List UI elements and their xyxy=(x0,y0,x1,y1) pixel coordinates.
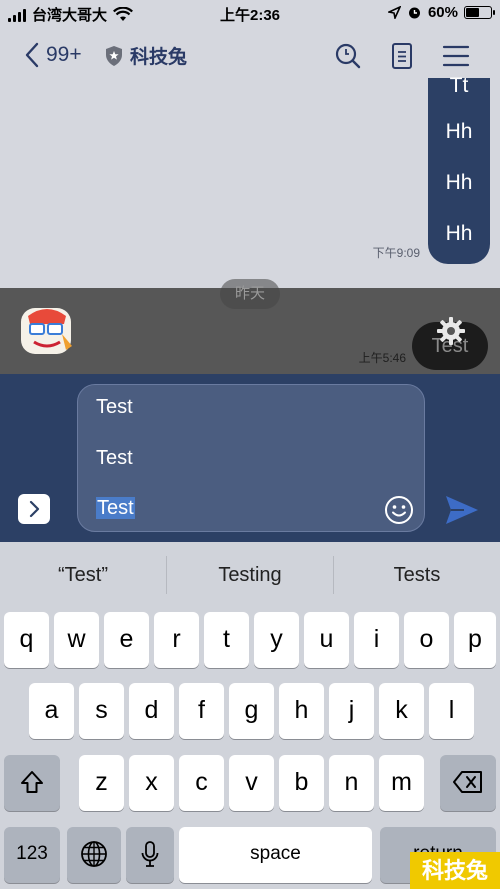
suggestion-bar: “Test” Testing Tests xyxy=(0,542,500,608)
key-n[interactable]: n xyxy=(329,755,374,811)
message-timestamp: 上午5:46 xyxy=(358,351,406,365)
backspace-key[interactable] xyxy=(440,755,496,811)
backspace-icon xyxy=(453,771,482,793)
unread-count: 99+ xyxy=(46,43,82,66)
key-d[interactable]: d xyxy=(129,683,174,739)
chat-title[interactable]: 科技兔 xyxy=(104,42,187,69)
key-c[interactable]: c xyxy=(179,755,224,811)
alarm-icon xyxy=(408,7,420,19)
message-composer: Test Test Test xyxy=(0,374,500,542)
hamburger-menu-icon xyxy=(442,45,470,67)
input-line: Test xyxy=(96,396,133,418)
shield-star-icon xyxy=(106,45,122,66)
globe-key[interactable] xyxy=(67,827,121,883)
gear-icon[interactable] xyxy=(436,316,466,346)
shift-key[interactable] xyxy=(4,755,60,811)
key-h[interactable]: h xyxy=(279,683,324,739)
space-key[interactable]: space xyxy=(179,827,372,883)
suggestion-item[interactable]: Tests xyxy=(334,542,500,608)
key-f[interactable]: f xyxy=(179,683,224,739)
chat-area[interactable]: Tt Hh Hh Hh 下午9:09 xyxy=(0,74,500,288)
status-bar: 台湾大哥大 上午2:36 60% xyxy=(0,0,500,28)
key-x[interactable]: x xyxy=(129,755,174,811)
search-button[interactable] xyxy=(334,42,362,70)
key-j[interactable]: j xyxy=(329,683,374,739)
globe-icon xyxy=(81,841,107,867)
key-w[interactable]: w xyxy=(54,612,99,668)
numbers-key[interactable]: 123 xyxy=(4,827,60,883)
battery-icon xyxy=(464,6,495,19)
key-o[interactable]: o xyxy=(404,612,449,668)
watermark-logo: 科技兔 xyxy=(410,852,500,889)
message-bubble[interactable]: Tt Hh Hh Hh xyxy=(428,74,490,264)
suggestion-item[interactable]: “Test” xyxy=(0,542,166,608)
key-e[interactable]: e xyxy=(104,612,149,668)
notes-button[interactable] xyxy=(388,42,416,70)
message-line: Hh xyxy=(445,120,473,143)
chat-nav-bar: 99+ 科技兔 xyxy=(0,28,500,84)
location-arrow-icon xyxy=(387,6,401,19)
message-line: Tt xyxy=(449,74,469,97)
key-k[interactable]: k xyxy=(379,683,424,739)
message-input[interactable]: Test Test Test xyxy=(77,384,425,532)
chevron-left-icon xyxy=(25,42,39,68)
suggestion-item[interactable]: Testing xyxy=(167,542,333,608)
message-timestamp: 下午9:09 xyxy=(372,246,420,260)
message-line: Hh xyxy=(445,171,473,194)
expand-toolbar-button[interactable] xyxy=(18,494,50,524)
key-q[interactable]: q xyxy=(4,612,49,668)
chat-title-text: 科技兔 xyxy=(130,47,188,68)
key-p[interactable]: p xyxy=(454,612,496,668)
key-s[interactable]: s xyxy=(79,683,124,739)
menu-button[interactable] xyxy=(442,42,470,70)
microphone-key[interactable] xyxy=(126,827,174,883)
send-icon[interactable] xyxy=(444,494,480,526)
avatar[interactable] xyxy=(18,304,76,358)
notes-icon xyxy=(392,43,412,69)
keyboard: “Test” Testing Tests q w e r t y u i o p… xyxy=(0,542,500,889)
key-g[interactable]: g xyxy=(229,683,274,739)
microphone-icon xyxy=(141,841,159,867)
key-y[interactable]: y xyxy=(254,612,299,668)
message-line: Hh xyxy=(445,222,473,245)
key-u[interactable]: u xyxy=(304,612,349,668)
key-b[interactable]: b xyxy=(279,755,324,811)
selected-text: Test xyxy=(96,497,135,519)
key-a[interactable]: a xyxy=(29,683,74,739)
smiley-icon[interactable] xyxy=(384,495,414,525)
key-l[interactable]: l xyxy=(429,683,474,739)
battery-percent: 60% xyxy=(427,4,458,21)
date-separator: 昨天 xyxy=(220,279,280,309)
search-icon xyxy=(335,43,361,69)
chevron-right-icon xyxy=(29,500,40,518)
key-t[interactable]: t xyxy=(204,612,249,668)
input-line: Test xyxy=(96,447,133,469)
back-button[interactable]: 99+ xyxy=(24,42,82,68)
key-r[interactable]: r xyxy=(154,612,199,668)
key-m[interactable]: m xyxy=(379,755,424,811)
key-z[interactable]: z xyxy=(79,755,124,811)
key-v[interactable]: v xyxy=(229,755,274,811)
shift-icon xyxy=(21,771,43,793)
key-i[interactable]: i xyxy=(354,612,399,668)
